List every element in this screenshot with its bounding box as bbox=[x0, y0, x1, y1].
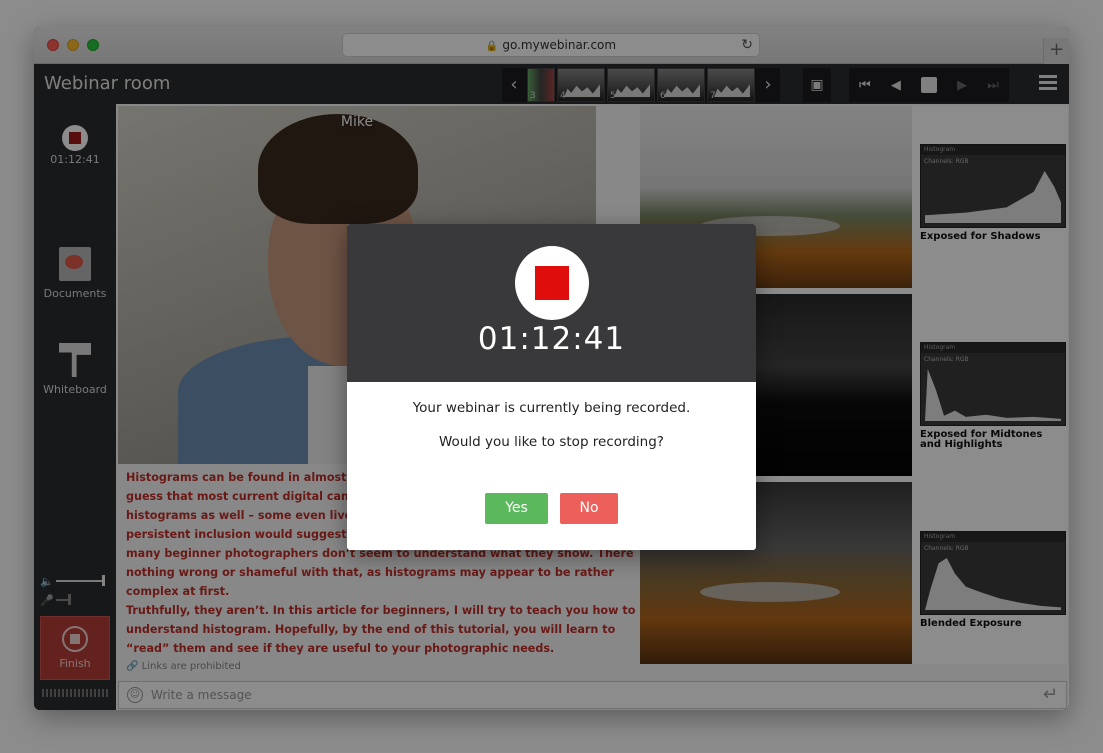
finish-label: Finish bbox=[59, 657, 91, 670]
reload-icon[interactable]: ↻ bbox=[741, 34, 753, 56]
speaker-icon: 🔈 bbox=[40, 575, 54, 588]
media-controls: ⏮ ◀ ▶ ⏭ bbox=[849, 68, 1009, 102]
histogram-panel-title: Histogram bbox=[921, 343, 1065, 353]
links-notice: 🔗 Links are prohibited bbox=[126, 661, 241, 672]
close-window-button[interactable] bbox=[47, 39, 59, 51]
chat-line: histograms as well – some even live as y bbox=[126, 509, 382, 522]
link-icon: 🔗 bbox=[126, 661, 139, 672]
chat-line: Truthfully, they aren’t. In this article… bbox=[126, 604, 636, 617]
slide-thumbnail-strip: ‹ 3 4 5 6 7 › bbox=[502, 68, 780, 102]
send-enter-icon[interactable]: ↵ bbox=[1043, 684, 1058, 705]
microphone-volume-slider[interactable]: 🎤 bbox=[40, 594, 110, 607]
chat-line: guess that most current digital cameras bbox=[126, 490, 381, 503]
channel-selector: Channels: RGB bbox=[924, 158, 969, 165]
skip-to-end-icon[interactable]: ⏭ bbox=[987, 78, 999, 93]
address-bar[interactable]: 🔒 go.mywebinar.com ↻ bbox=[342, 33, 760, 57]
yes-button[interactable]: Yes bbox=[485, 493, 548, 524]
slider-handle[interactable] bbox=[102, 575, 105, 586]
chat-line: “read” them and see if they are useful t… bbox=[126, 642, 555, 655]
paint-roller-icon bbox=[59, 343, 91, 377]
page-title: Webinar room bbox=[44, 73, 171, 94]
channel-selector: Channels: RGB bbox=[924, 545, 969, 552]
play-icon[interactable]: ▶ bbox=[957, 78, 967, 93]
stop-circle-icon bbox=[62, 626, 88, 652]
chat-line: understand histogram. Hopefully, by the … bbox=[126, 623, 616, 636]
presenter-name: Mike bbox=[340, 114, 374, 130]
dialog-header: 01:12:41 bbox=[347, 224, 756, 382]
recording-time: 01:12:41 bbox=[50, 153, 100, 166]
slide-number: 5 bbox=[610, 91, 616, 101]
stop-recording-dialog: 01:12:41 Your webinar is currently being… bbox=[347, 224, 756, 550]
chat-line: Histograms can be found in almost any bbox=[126, 471, 374, 484]
sidebar-item-label: Whiteboard bbox=[43, 383, 107, 396]
slide-number: 3 bbox=[530, 91, 536, 101]
dialog-message: Your webinar is currently being recorded… bbox=[412, 400, 691, 416]
zoom-window-button[interactable] bbox=[87, 39, 99, 51]
chat-line: complex at first. bbox=[126, 585, 230, 598]
minimize-window-button[interactable] bbox=[67, 39, 79, 51]
recording-icon[interactable] bbox=[62, 125, 88, 151]
no-button[interactable]: No bbox=[560, 493, 618, 524]
slide-thumbnail[interactable]: 4 bbox=[557, 68, 605, 102]
chevron-right-icon[interactable]: › bbox=[756, 68, 780, 102]
lock-icon: 🔒 bbox=[485, 41, 499, 52]
histogram-caption: Exposed for Midtones and Highlights bbox=[920, 429, 1043, 450]
message-input[interactable]: ☺ Write a message ↵ bbox=[118, 681, 1067, 709]
chevron-left-icon[interactable]: ‹ bbox=[502, 68, 526, 102]
speaker-volume-slider[interactable]: 🔈 bbox=[40, 575, 110, 588]
histogram-panel-title: Histogram bbox=[921, 145, 1065, 155]
sidebar-item-whiteboard[interactable]: Whiteboard bbox=[34, 343, 116, 396]
hamburger-menu-icon[interactable] bbox=[1039, 75, 1057, 91]
browser-toolbar: 🔒 go.mywebinar.com ↻ + bbox=[34, 27, 1069, 64]
message-placeholder: Write a message bbox=[151, 688, 252, 702]
record-stop-icon bbox=[515, 246, 589, 320]
dialog-recording-time: 01:12:41 bbox=[477, 321, 626, 357]
histogram-panel: Histogram Channels: RGB bbox=[920, 342, 1066, 426]
histogram-curve bbox=[925, 369, 1061, 421]
slide-thumbnail[interactable]: 3 bbox=[527, 68, 555, 102]
sidebar: 01:12:41 Documents Whiteboard 🔈 🎤 Finish bbox=[34, 104, 116, 710]
histogram-curve bbox=[925, 171, 1061, 223]
play-backward-icon[interactable]: ◀ bbox=[891, 78, 901, 93]
chat-line: nothing wrong or shameful with that, as … bbox=[126, 566, 614, 579]
slide-number: 7 bbox=[710, 91, 716, 101]
presentation-easel-icon bbox=[59, 247, 91, 281]
channel-selector: Channels: RGB bbox=[924, 356, 969, 363]
url-text: go.mywebinar.com bbox=[502, 38, 617, 52]
dialog-question: Would you like to stop recording? bbox=[439, 434, 664, 450]
slide-thumbnail[interactable]: 5 bbox=[607, 68, 655, 102]
slide-number: 6 bbox=[660, 91, 666, 101]
emoji-icon[interactable]: ☺ bbox=[127, 687, 143, 703]
finish-button[interactable]: Finish bbox=[40, 616, 110, 680]
slide-number: 4 bbox=[560, 91, 566, 101]
histogram-curve bbox=[925, 558, 1061, 610]
histogram-panel: Histogram Channels: RGB bbox=[920, 531, 1066, 615]
audio-level-meter bbox=[42, 689, 108, 697]
slide-thumbnail[interactable]: 6 bbox=[657, 68, 705, 102]
slide-thumbnail[interactable]: 7 bbox=[707, 68, 755, 102]
histogram-panel-title: Histogram bbox=[921, 532, 1065, 542]
image-icon[interactable]: ▣ bbox=[803, 68, 831, 102]
sidebar-item-documents[interactable]: Documents bbox=[34, 247, 116, 300]
new-tab-button[interactable]: + bbox=[1043, 38, 1069, 64]
skip-to-start-icon[interactable]: ⏮ bbox=[859, 78, 871, 93]
histogram-caption: Blended Exposure bbox=[920, 618, 1022, 629]
stop-icon[interactable] bbox=[920, 77, 937, 93]
histogram-panel: Histogram Channels: RGB bbox=[920, 144, 1066, 228]
microphone-icon: 🎤 bbox=[40, 594, 54, 607]
links-notice-text: Links are prohibited bbox=[141, 661, 241, 672]
app-header: Webinar room ‹ 3 4 5 6 7 › ▣ ⏮ ◀ ▶ ⏭ bbox=[34, 64, 1069, 104]
histogram-caption: Exposed for Shadows bbox=[920, 231, 1041, 242]
slider-handle[interactable] bbox=[68, 594, 71, 605]
sidebar-item-label: Documents bbox=[43, 287, 107, 300]
chat-line: persistent inclusion would suggest that bbox=[126, 528, 377, 541]
